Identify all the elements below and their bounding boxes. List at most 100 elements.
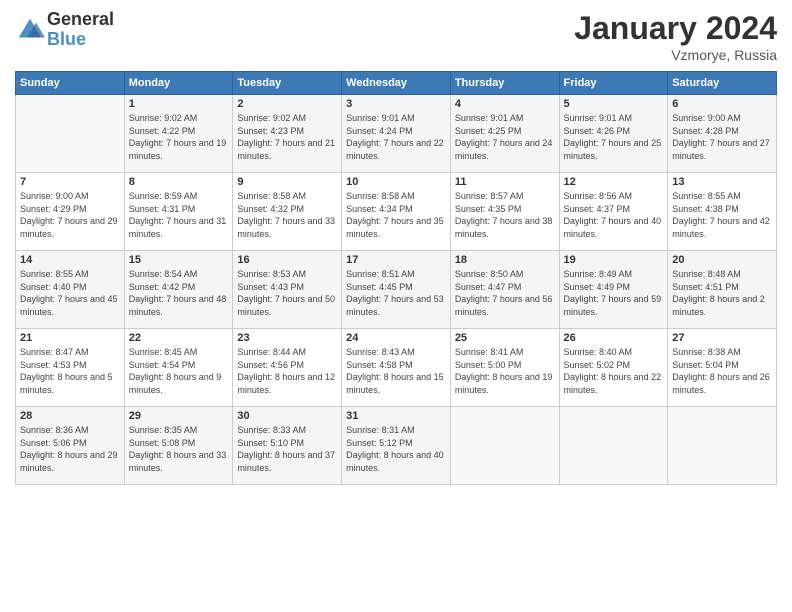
sunset-text: Sunset: 4:42 PM	[129, 282, 196, 292]
sunrise-text: Sunrise: 9:02 AM	[237, 113, 306, 123]
calendar-cell: 27 Sunrise: 8:38 AMSunset: 5:04 PMDayligh…	[668, 329, 777, 407]
daylight-text: Daylight: 8 hours and 22 minutes.	[564, 372, 662, 395]
day-info: Sunrise: 9:02 AMSunset: 4:23 PMDaylight:…	[237, 112, 337, 162]
daylight-text: Daylight: 7 hours and 35 minutes.	[346, 216, 444, 239]
day-number: 13	[672, 176, 772, 188]
day-number: 4	[455, 98, 555, 110]
sunset-text: Sunset: 4:22 PM	[129, 126, 196, 136]
daylight-text: Daylight: 7 hours and 38 minutes.	[455, 216, 553, 239]
day-info: Sunrise: 8:58 AMSunset: 4:32 PMDaylight:…	[237, 190, 337, 240]
sunrise-text: Sunrise: 8:35 AM	[129, 425, 198, 435]
sunset-text: Sunset: 4:56 PM	[237, 360, 304, 370]
sunrise-text: Sunrise: 8:44 AM	[237, 347, 306, 357]
calendar-cell: 1Sunrise: 9:02 AMSunset: 4:22 PMDaylight…	[124, 95, 233, 173]
sunset-text: Sunset: 4:28 PM	[672, 126, 739, 136]
sunrise-text: Sunrise: 8:58 AM	[237, 191, 306, 201]
logo-text: General Blue	[47, 10, 114, 50]
sunset-text: Sunset: 4:35 PM	[455, 204, 522, 214]
daylight-text: Daylight: 8 hours and 37 minutes.	[237, 450, 335, 473]
sunrise-text: Sunrise: 8:58 AM	[346, 191, 415, 201]
calendar-cell: 15Sunrise: 8:54 AMSunset: 4:42 PMDayligh…	[124, 251, 233, 329]
logo-icon	[15, 15, 45, 45]
day-number: 21	[20, 332, 120, 344]
daylight-text: Daylight: 7 hours and 27 minutes.	[672, 138, 770, 161]
sunrise-text: Sunrise: 9:02 AM	[129, 113, 198, 123]
daylight-text: Daylight: 7 hours and 21 minutes.	[237, 138, 335, 161]
sunset-text: Sunset: 4:58 PM	[346, 360, 413, 370]
header-thursday: Thursday	[450, 72, 559, 95]
header-row: Sunday Monday Tuesday Wednesday Thursday…	[16, 72, 777, 95]
sunset-text: Sunset: 4:31 PM	[129, 204, 196, 214]
calendar-cell: 22Sunrise: 8:45 AMSunset: 4:54 PMDayligh…	[124, 329, 233, 407]
day-info: Sunrise: 8:41 AMSunset: 5:00 PMDaylight:…	[455, 346, 555, 396]
calendar-cell: 17Sunrise: 8:51 AMSunset: 4:45 PMDayligh…	[342, 251, 451, 329]
calendar-cell: 11Sunrise: 8:57 AMSunset: 4:35 PMDayligh…	[450, 173, 559, 251]
day-info: Sunrise: 9:01 AMSunset: 4:25 PMDaylight:…	[455, 112, 555, 162]
daylight-text: Daylight: 8 hours and 15 minutes.	[346, 372, 444, 395]
sunrise-text: Sunrise: 9:00 AM	[672, 113, 741, 123]
sunrise-text: Sunrise: 8:57 AM	[455, 191, 524, 201]
day-info: Sunrise: 8:47 AMSunset: 4:53 PMDaylight:…	[20, 346, 120, 396]
calendar-body: 1Sunrise: 9:02 AMSunset: 4:22 PMDaylight…	[16, 95, 777, 485]
sunrise-text: Sunrise: 8:31 AM	[346, 425, 415, 435]
day-info: Sunrise: 8:38 AMSunset: 5:04 PMDaylight:…	[672, 346, 772, 396]
sunrise-text: Sunrise: 8:49 AM	[564, 269, 633, 279]
location: Vzmorye, Russia	[574, 47, 777, 63]
day-number: 24	[346, 332, 446, 344]
day-info: Sunrise: 8:44 AMSunset: 4:56 PMDaylight:…	[237, 346, 337, 396]
calendar-cell: 23Sunrise: 8:44 AMSunset: 4:56 PMDayligh…	[233, 329, 342, 407]
header-monday: Monday	[124, 72, 233, 95]
header: General Blue January 2024 Vzmorye, Russi…	[15, 10, 777, 63]
day-info: Sunrise: 9:01 AMSunset: 4:26 PMDaylight:…	[564, 112, 664, 162]
day-info: Sunrise: 8:55 AMSunset: 4:38 PMDaylight:…	[672, 190, 772, 240]
header-saturday: Saturday	[668, 72, 777, 95]
logo-general: General	[47, 10, 114, 30]
day-number: 2	[237, 98, 337, 110]
day-info: Sunrise: 8:40 AMSunset: 5:02 PMDaylight:…	[564, 346, 664, 396]
day-info: Sunrise: 8:35 AMSunset: 5:08 PMDaylight:…	[129, 424, 229, 474]
sunset-text: Sunset: 4:26 PM	[564, 126, 631, 136]
sunset-text: Sunset: 4:37 PM	[564, 204, 631, 214]
sunset-text: Sunset: 4:40 PM	[20, 282, 87, 292]
calendar-cell: 21 Sunrise: 8:47 AMSunset: 4:53 PMDayligh…	[16, 329, 125, 407]
calendar-cell: 2 Sunrise: 9:02 AMSunset: 4:23 PMDaylight…	[233, 95, 342, 173]
calendar-cell: 31Sunrise: 8:31 AMSunset: 5:12 PMDayligh…	[342, 407, 451, 485]
sunrise-text: Sunrise: 8:55 AM	[20, 269, 89, 279]
sunrise-text: Sunrise: 8:51 AM	[346, 269, 415, 279]
sunrise-text: Sunrise: 8:36 AM	[20, 425, 89, 435]
calendar-cell	[668, 407, 777, 485]
sunrise-text: Sunrise: 8:53 AM	[237, 269, 306, 279]
day-info: Sunrise: 8:36 AMSunset: 5:06 PMDaylight:…	[20, 424, 120, 474]
sunset-text: Sunset: 4:54 PM	[129, 360, 196, 370]
sunset-text: Sunset: 5:12 PM	[346, 438, 413, 448]
sunset-text: Sunset: 4:47 PM	[455, 282, 522, 292]
sunset-text: Sunset: 4:24 PM	[346, 126, 413, 136]
day-number: 25	[455, 332, 555, 344]
sunset-text: Sunset: 4:25 PM	[455, 126, 522, 136]
calendar-cell: 28Sunrise: 8:36 AMSunset: 5:06 PMDayligh…	[16, 407, 125, 485]
calendar-cell: 3Sunrise: 9:01 AMSunset: 4:24 PMDaylight…	[342, 95, 451, 173]
calendar-cell	[559, 407, 668, 485]
daylight-text: Daylight: 7 hours and 56 minutes.	[455, 294, 553, 317]
day-info: Sunrise: 8:54 AMSunset: 4:42 PMDaylight:…	[129, 268, 229, 318]
calendar-cell: 13 Sunrise: 8:55 AMSunset: 4:38 PMDayligh…	[668, 173, 777, 251]
day-info: Sunrise: 9:00 AMSunset: 4:29 PMDaylight:…	[20, 190, 120, 240]
day-info: Sunrise: 8:53 AMSunset: 4:43 PMDaylight:…	[237, 268, 337, 318]
sunset-text: Sunset: 4:32 PM	[237, 204, 304, 214]
day-info: Sunrise: 8:50 AMSunset: 4:47 PMDaylight:…	[455, 268, 555, 318]
day-number: 31	[346, 410, 446, 422]
day-number: 26	[564, 332, 664, 344]
calendar-week-2: 14Sunrise: 8:55 AMSunset: 4:40 PMDayligh…	[16, 251, 777, 329]
sunrise-text: Sunrise: 8:43 AM	[346, 347, 415, 357]
day-number: 8	[129, 176, 229, 188]
day-number: 29	[129, 410, 229, 422]
day-info: Sunrise: 8:59 AMSunset: 4:31 PMDaylight:…	[129, 190, 229, 240]
sunset-text: Sunset: 4:38 PM	[672, 204, 739, 214]
day-number: 3	[346, 98, 446, 110]
sunrise-text: Sunrise: 9:00 AM	[20, 191, 89, 201]
daylight-text: Daylight: 8 hours and 33 minutes.	[129, 450, 227, 473]
day-info: Sunrise: 8:48 AMSunset: 4:51 PMDaylight:…	[672, 268, 772, 318]
daylight-text: Daylight: 8 hours and 2 minutes.	[672, 294, 765, 317]
day-number: 27	[672, 332, 772, 344]
sunrise-text: Sunrise: 9:01 AM	[455, 113, 524, 123]
